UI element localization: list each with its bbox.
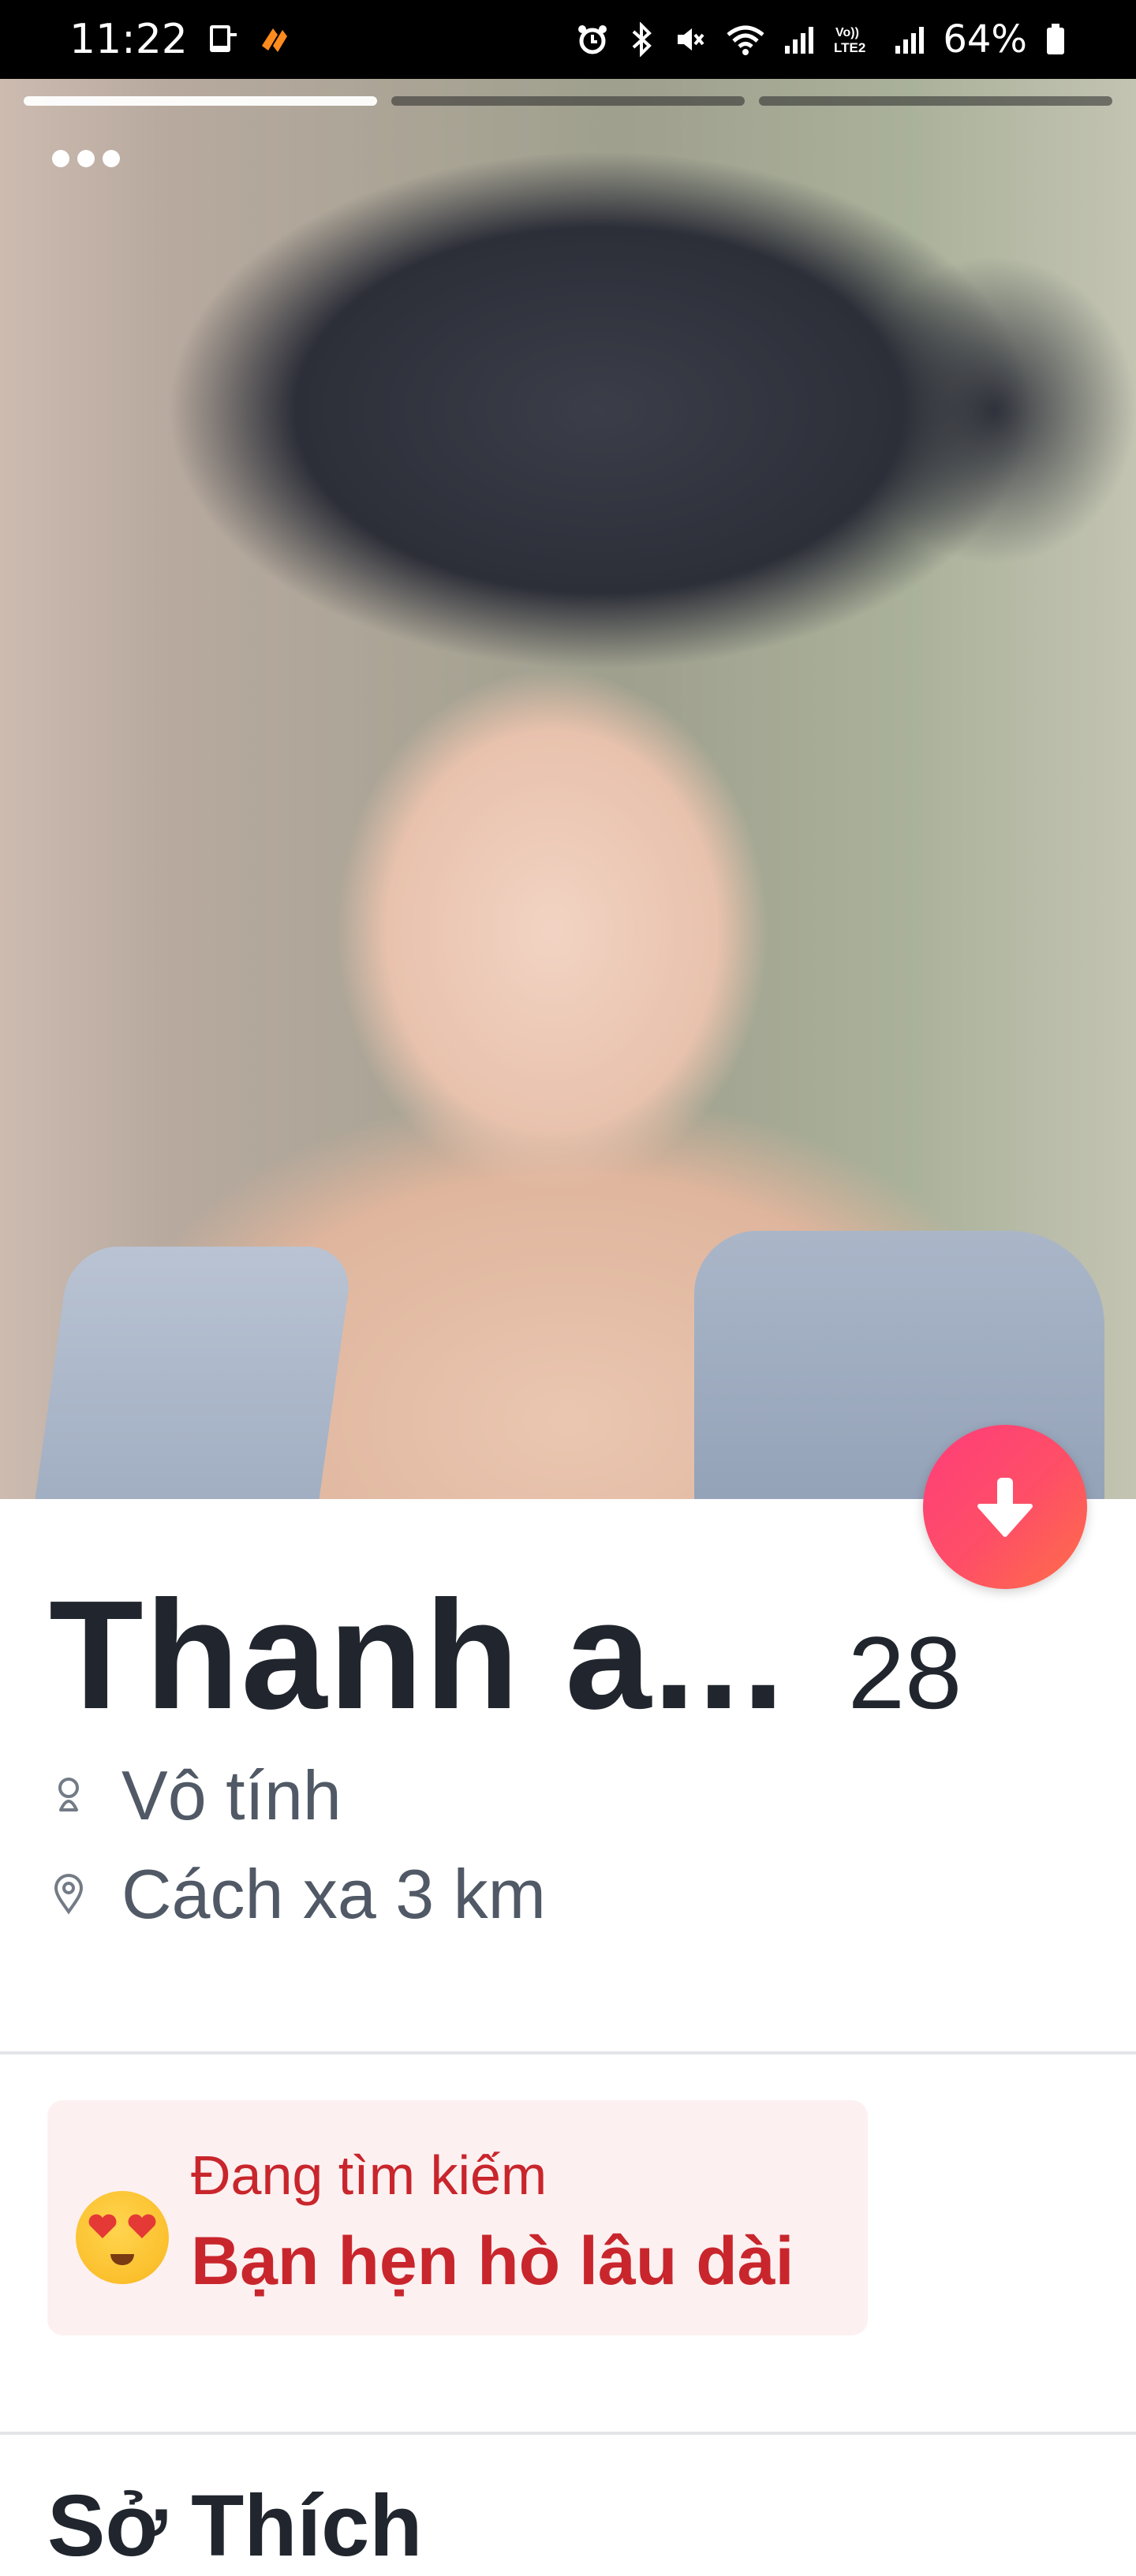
emoji-mouth — [110, 2254, 134, 2265]
wifi-icon — [725, 22, 766, 57]
status-time: 11:22 — [69, 16, 188, 63]
dot — [77, 150, 95, 167]
dot — [52, 150, 69, 167]
photo-region — [24, 1247, 355, 1499]
arrow-down-icon — [977, 1478, 1033, 1537]
section-divider — [0, 2051, 1136, 2054]
volte-icon: Vo)) LTE2 — [832, 22, 876, 57]
photo-indicator[interactable] — [759, 96, 1112, 106]
photo-indicator[interactable] — [391, 96, 745, 106]
svg-text:LTE2: LTE2 — [834, 40, 865, 55]
heart-icon — [128, 2214, 156, 2238]
dot — [103, 150, 120, 167]
heart-icon — [88, 2214, 117, 2238]
location-pin-icon — [49, 1872, 88, 1916]
name-age-row: Thanh a... 28 — [49, 1566, 962, 1744]
gender-text: Vô tính — [121, 1756, 342, 1834]
collapse-profile-button[interactable] — [923, 1425, 1087, 1589]
photo-indicator-active[interactable] — [24, 96, 377, 106]
signal-icon — [783, 22, 815, 57]
alarm-icon — [575, 22, 610, 57]
looking-for-card: Đang tìm kiếm Bạn hẹn hò lâu dài — [47, 2100, 868, 2335]
looking-for-label: Đang tìm kiếm — [191, 2144, 547, 2206]
gender-row: Vô tính — [49, 1755, 342, 1836]
section-divider — [0, 2432, 1136, 2435]
sim-notify-icon — [205, 22, 240, 57]
app-notify-icon — [257, 22, 292, 57]
svg-text:Vo)): Vo)) — [835, 26, 859, 39]
battery-icon — [1044, 22, 1067, 57]
bluetooth-icon — [627, 22, 656, 57]
distance-row: Cách xa 3 km — [49, 1854, 546, 1935]
photo-progress-bar — [24, 96, 1112, 106]
battery-percent: 64% — [943, 17, 1027, 62]
signal-icon — [894, 22, 925, 57]
profile-name: Thanh a... — [49, 1568, 787, 1741]
more-dots-icon[interactable] — [52, 150, 120, 167]
interests-section-title: Sở Thích — [47, 2477, 423, 2574]
looking-for-value: Bạn hẹn hò lâu dài — [191, 2223, 794, 2299]
heart-eyes-emoji — [76, 2191, 169, 2284]
status-bar-right: Vo)) LTE2 64% — [575, 17, 1067, 62]
distance-text: Cách xa 3 km — [121, 1855, 546, 1933]
gender-icon — [49, 1774, 88, 1818]
status-bar-left: 11:22 — [69, 16, 292, 63]
profile-photo[interactable] — [0, 79, 1136, 1499]
status-bar: 11:22 Vo)) LTE2 64% — [0, 0, 1136, 79]
profile-age: 28 — [847, 1615, 962, 1730]
mute-icon — [673, 22, 708, 57]
